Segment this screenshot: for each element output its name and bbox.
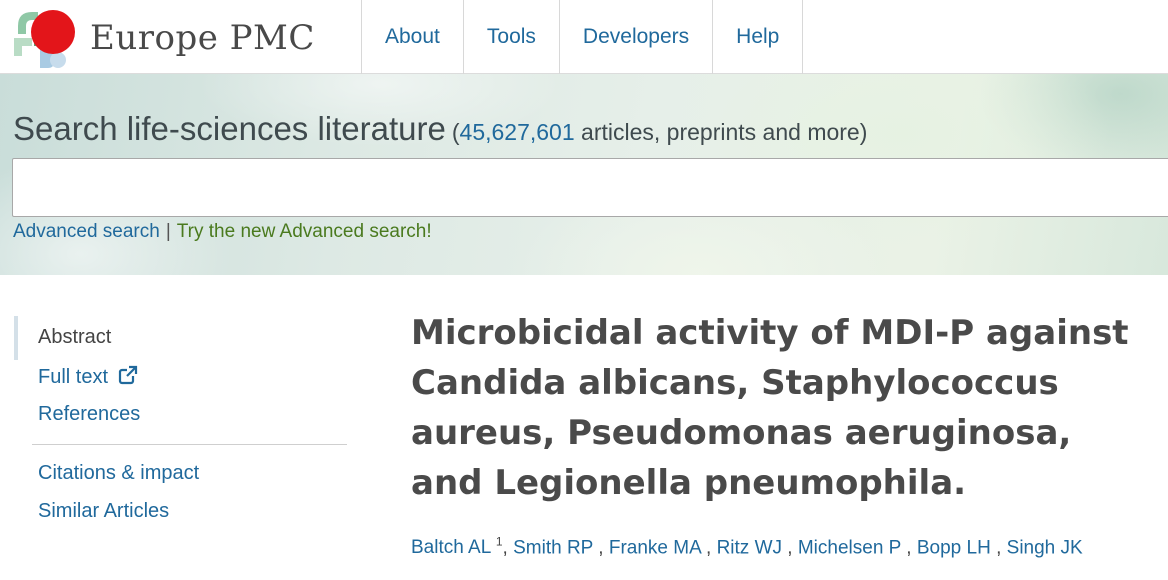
- europe-pmc-logo-icon: [14, 10, 75, 68]
- author-link[interactable]: Smith RP: [513, 537, 593, 558]
- active-indicator: [14, 316, 18, 360]
- nav-help[interactable]: Help: [712, 0, 804, 74]
- article-sidebar: Abstract Full text References Citations …: [0, 275, 360, 580]
- europe-pmc-logo[interactable]: Europe PMC: [10, 4, 320, 70]
- article-title: Microbicidal activity of MDI-P against C…: [411, 313, 1129, 503]
- search-input[interactable]: [12, 158, 1168, 217]
- sidebar-item-references[interactable]: References: [38, 403, 140, 426]
- new-advanced-search-link[interactable]: Try the new Advanced search!: [177, 221, 432, 242]
- search-title: Search life-sciences literature: [13, 110, 446, 147]
- sidebar-divider: [32, 444, 347, 445]
- author-link[interactable]: Franke MA: [609, 537, 701, 558]
- author-name: Baltch AL: [411, 537, 491, 559]
- author-link[interactable]: Baltch AL 1: [411, 535, 503, 559]
- article-count-number: 45,627,601: [459, 119, 575, 145]
- sidebar-item-citations[interactable]: Citations & impact: [38, 462, 199, 485]
- search-section: Search life-sciences literature (45,627,6…: [0, 74, 1168, 275]
- search-links: Advanced search | Try the new Advanced sea…: [13, 221, 432, 243]
- article-count: (45,627,601 articles, preprints and more…: [452, 119, 868, 145]
- external-link-icon: [118, 365, 137, 385]
- author-link[interactable]: Michelsen P: [798, 537, 901, 558]
- nav-tools[interactable]: Tools: [462, 0, 559, 74]
- article-count-suffix: articles, preprints and more): [574, 119, 868, 145]
- sidebar-item-label: Full text: [38, 366, 109, 388]
- count-open: (: [451, 119, 460, 145]
- author-link[interactable]: Ritz WJ: [717, 537, 782, 558]
- main-nav: About Tools Developers Help: [361, 0, 804, 74]
- sidebar-item-similar-articles[interactable]: Similar Articles: [38, 500, 169, 523]
- nav-developers[interactable]: Developers: [558, 0, 712, 74]
- author-link[interactable]: Singh JK: [1007, 537, 1083, 558]
- affiliation-marker: 1: [495, 535, 503, 549]
- nav-about[interactable]: About: [361, 0, 463, 74]
- advanced-search-link[interactable]: Advanced search: [13, 221, 160, 242]
- search-heading: Search life-sciences literature (45,627,6…: [13, 110, 867, 148]
- author-list: Baltch AL 1, Smith RP , Franke MA , Ritz…: [411, 535, 1083, 559]
- author-link[interactable]: Bopp LH: [917, 537, 991, 558]
- logo-text: Europe PMC: [90, 18, 315, 58]
- link-separator: |: [165, 221, 171, 242]
- site-header: Europe PMC About Tools Developers Help: [0, 0, 1168, 74]
- sidebar-item-full-text[interactable]: Full text: [38, 365, 138, 389]
- sidebar-item-abstract[interactable]: Abstract: [38, 326, 111, 349]
